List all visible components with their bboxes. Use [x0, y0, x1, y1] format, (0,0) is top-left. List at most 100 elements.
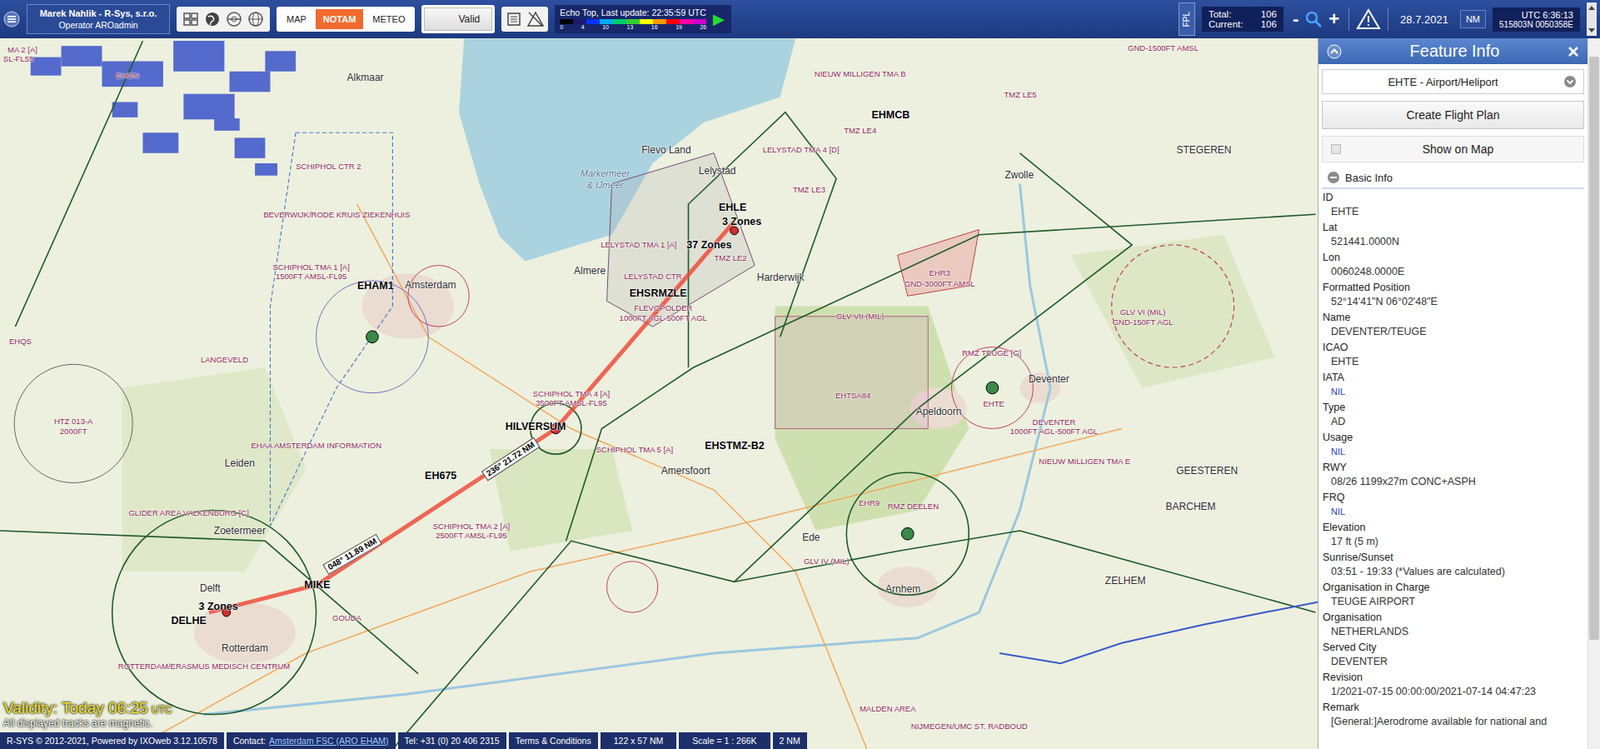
map-label[interactable]: RMZ DEELEN [887, 501, 939, 511]
map-label[interactable]: SCHIPHOL TMA 2 [A] [433, 522, 510, 532]
mode-button[interactable]: NOTAM [315, 9, 364, 30]
map-label[interactable]: SCHIPHOL TMA 4 [A] [533, 388, 610, 399]
map-label[interactable]: 1500FT AMSL-FL95 [275, 272, 347, 282]
map-label[interactable]: TMZ LE4 [843, 125, 877, 135]
no-warning-icon[interactable] [526, 9, 545, 29]
map-label[interactable]: GEESTEREN [1176, 465, 1238, 478]
map-label[interactable]: Apeldoorn [916, 406, 962, 419]
map-label[interactable]: 2000FT [59, 427, 88, 437]
map-label[interactable]: 3 Zones [199, 599, 239, 612]
map-label[interactable]: Zoetermeer [214, 525, 266, 538]
mode-button[interactable]: MAP [279, 9, 315, 30]
zoom-out-button[interactable]: - [1290, 8, 1301, 30]
map-label[interactable]: Rotterdam [221, 642, 269, 655]
grid-globe-icon[interactable] [246, 9, 265, 29]
map-label[interactable]: MA 2 [A] [7, 45, 38, 55]
map-label[interactable]: Harderwijk [757, 273, 805, 285]
map-label[interactable]: EHR3 [929, 269, 951, 279]
map-label[interactable]: SCHIPHOL TMA 1 [A] [272, 262, 349, 272]
map-label[interactable]: Arnhem [885, 583, 921, 596]
map-label[interactable]: NIEUW MILLIGEN TMA B [814, 69, 907, 80]
map-label[interactable]: TMZ LE3 [792, 184, 826, 195]
map-label[interactable]: EHR9 [858, 498, 880, 508]
map-label[interactable]: & IJmeer [586, 179, 624, 190]
feature-select[interactable]: EHTE - Airport/Heliport [1321, 69, 1585, 95]
map-label[interactable]: 1000FT AGL-500FT AGL [619, 314, 708, 324]
map-label[interactable]: 2500FT AMSL-FL95 [435, 531, 507, 541]
map-label[interactable]: EHMCB [872, 109, 911, 121]
map-label[interactable]: STEGEREN [1176, 144, 1232, 157]
collapse-icon[interactable] [1326, 44, 1342, 60]
map-label[interactable]: EHQS [9, 337, 32, 347]
units-label[interactable]: NM [1460, 9, 1486, 29]
map-label[interactable]: GND-150FT AGL [1112, 318, 1174, 328]
basic-info-header[interactable]: Basic Info [1321, 167, 1585, 190]
globe-icon[interactable] [203, 9, 222, 29]
map-label[interactable]: Zwolle [1004, 169, 1034, 182]
map-label[interactable]: LELYSTAD TMA 1 [A] [600, 240, 677, 250]
zoom-in-button[interactable]: + [1325, 8, 1342, 30]
map-label[interactable]: Flevo Land [641, 144, 691, 157]
valid-button[interactable]: Valid [423, 7, 493, 31]
menu-button[interactable] [3, 10, 20, 28]
map-label[interactable]: EHSRMZLE [629, 286, 688, 299]
topbar-scroller[interactable] [1586, 2, 1597, 36]
map-label[interactable]: DEVENTER [1032, 418, 1077, 428]
magnifier-icon[interactable] [1304, 9, 1323, 29]
map-label[interactable]: EHLE [718, 200, 747, 213]
map-label[interactable]: Leiden [224, 458, 255, 470]
map-label[interactable]: Markermeer [580, 168, 630, 180]
map-label[interactable]: SCHIPHOL CTR 2 [295, 161, 361, 171]
map-label[interactable]: EH675 [424, 469, 457, 482]
map-label[interactable]: EHTSA84 [835, 391, 871, 401]
map-label[interactable]: 048° 11.89 NM [322, 533, 382, 575]
map-label[interactable]: GND-1500FT AMSL [1127, 43, 1199, 53]
map-label[interactable]: HILVERSUM [505, 420, 567, 433]
map-label[interactable]: MALDEN AREA [859, 704, 917, 714]
map-label[interactable]: EHTE [982, 399, 1004, 409]
map-label[interactable]: NIEUW MILLIGEN TMA E [1038, 456, 1131, 466]
terms-link[interactable]: Terms & Conditions [508, 732, 599, 749]
contact-link[interactable]: Amsterdam FSC (ARO EHAM) [269, 735, 389, 746]
map-label[interactable]: GND-3000FT AMSL [904, 279, 976, 289]
show-on-map-toggle[interactable]: Show on Map [1321, 135, 1585, 163]
map-label[interactable]: RMZ TEUGE [G] [961, 348, 1022, 358]
map-label[interactable]: EHAA AMSTERDAM INFORMATION [250, 441, 382, 451]
map-label[interactable]: 37 Zones [686, 239, 732, 251]
map-label[interactable]: BEVERWIJK/RODE KRUIS ZIEKENHUIS [263, 210, 410, 220]
map-label[interactable]: ROTTERDAM/ERASMUS MEDISCH CENTRUM [118, 661, 290, 671]
map-label[interactable]: HTZ 013-A [54, 416, 93, 426]
map-label[interactable]: GLV IV (MIL) [803, 556, 850, 566]
map-label[interactable]: Delft [199, 583, 221, 595]
map-label[interactable]: Deventer [1028, 373, 1070, 386]
mode-button[interactable]: METEO [364, 9, 413, 30]
measure-icon[interactable] [224, 9, 244, 29]
map-label[interactable]: MIKE [304, 578, 330, 591]
map-label[interactable]: Amersfoort [661, 465, 711, 478]
map-label[interactable]: Alkmaar [347, 72, 384, 85]
map-label[interactable]: LELYSTAD CTR [623, 272, 682, 282]
map-label[interactable]: LANGEVELD [200, 355, 249, 365]
map-label[interactable]: 1000FT AGL-500FT AGL [1010, 427, 1098, 437]
user-box[interactable]: Marek Nahlik - R-Sys, s.r.o.Operator ARO… [26, 4, 170, 35]
show-on-map-checkbox[interactable] [1330, 144, 1341, 155]
layers-icon[interactable] [181, 9, 200, 29]
map-label[interactable]: Almere [573, 265, 606, 278]
map-label[interactable]: GOUDA [332, 613, 362, 624]
map-label[interactable]: ZELHEM [1105, 575, 1147, 588]
panel-scrollbar[interactable] [1587, 38, 1600, 749]
warning-button[interactable] [1348, 7, 1389, 31]
map-label[interactable]: Ede [802, 532, 820, 544]
create-flight-plan-button[interactable]: Create Flight Plan [1321, 100, 1585, 130]
map-label[interactable]: GLIDER AREA VALKENBURG [C] [128, 508, 249, 519]
map-label[interactable]: DELHE [170, 614, 206, 627]
map-label[interactable]: 3500FT AMSL-FL95 [535, 398, 607, 408]
map-label[interactable]: Amsterdam [404, 279, 456, 292]
map-canvas[interactable]: MA 2 [A]SL-FL55EHONAlkmaarSCHIPHOL CTR 2… [0, 38, 1318, 749]
map-label[interactable]: EHSTMZ-B2 [704, 439, 765, 452]
map-label[interactable]: TMZ LE5 [1003, 89, 1037, 100]
map-label[interactable]: LELYSTAD TMA 4 [D] [762, 145, 840, 155]
map-label[interactable]: GLV VII (MIL) [836, 311, 884, 321]
map-label[interactable]: BARCHEM [1166, 501, 1217, 514]
map-label[interactable]: SCHIPHOL TMA 5 [A] [596, 445, 673, 455]
